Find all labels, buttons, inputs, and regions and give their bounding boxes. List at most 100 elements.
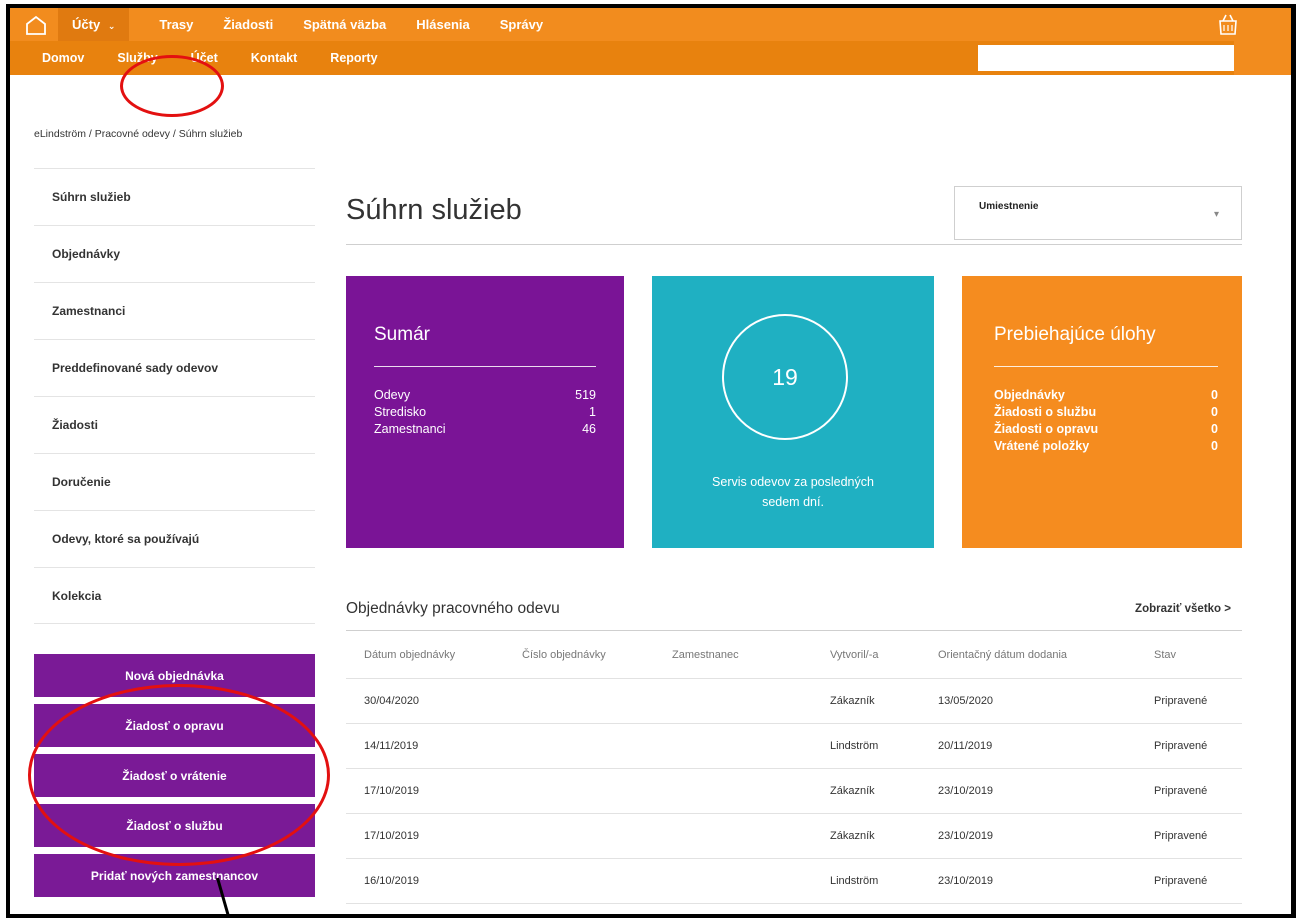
orders-divider xyxy=(346,630,1242,631)
column-header[interactable]: Zamestnanec xyxy=(654,632,812,678)
order-created-by: Zákazník xyxy=(812,812,920,858)
add-employees-button[interactable]: Pridať nových zamestnancov xyxy=(34,854,315,897)
location-label: Umiestnenie xyxy=(979,201,1039,212)
tasks-row[interactable]: Objednávky 0 xyxy=(994,387,1218,404)
return-request-button[interactable]: Žiadosť o vrátenie xyxy=(34,754,315,797)
tasks-divider xyxy=(994,366,1218,367)
summary-title: Sumár xyxy=(374,324,430,345)
service-request-button[interactable]: Žiadosť o službu xyxy=(34,804,315,847)
tasks-label: Vrátené položky xyxy=(994,439,1090,453)
repair-request-button[interactable]: Žiadosť o opravu xyxy=(34,704,315,747)
sidebar-item-employees[interactable]: Zamestnanci xyxy=(34,282,315,339)
service-count-circle: 19 xyxy=(722,314,848,440)
order-employee xyxy=(654,767,812,813)
show-all-link[interactable]: Zobraziť všetko > xyxy=(1135,603,1231,615)
tasks-value: 0 xyxy=(1211,439,1218,453)
summary-value: 519 xyxy=(575,388,596,402)
app-window: Účty ⌄ Trasy Žiadosti Spätná väzba Hláse… xyxy=(6,4,1296,918)
order-status: Pripravené xyxy=(1136,677,1242,723)
order-date: 17/10/2019 xyxy=(346,767,504,813)
title-divider xyxy=(346,244,1242,245)
order-delivery-date: 23/10/2019 xyxy=(920,857,1136,904)
column-header[interactable]: Číslo objednávky xyxy=(504,632,654,678)
summary-label: Odevy xyxy=(374,388,411,402)
order-employee xyxy=(654,857,812,904)
order-delivery-date: 23/10/2019 xyxy=(920,812,1136,858)
order-status: Pripravené xyxy=(1136,767,1242,813)
service-caption-line: Servis odevov za posledných xyxy=(712,475,874,489)
summary-value: 46 xyxy=(582,422,596,436)
breadcrumb: eLindström / Pracovné odevy / Súhrn služ… xyxy=(34,128,243,140)
search-input[interactable] xyxy=(978,45,1234,71)
subnav-item-account[interactable]: Účet xyxy=(191,51,218,65)
chevron-down-icon: ▾ xyxy=(1213,209,1219,220)
table-row[interactable]: 17/10/2019 Zákazník 23/10/2019 Pripraven… xyxy=(346,812,1242,858)
sidebar-actions: Nová objednávka Žiadosť o opravu Žiadosť… xyxy=(34,654,315,904)
tasks-row[interactable]: Žiadosti o opravu 0 xyxy=(994,421,1218,438)
order-delivery-date: 23/10/2019 xyxy=(920,767,1136,813)
cart-icon[interactable] xyxy=(1217,12,1239,41)
order-delivery-date: 13/05/2020 xyxy=(920,677,1136,723)
summary-label: Zamestnanci xyxy=(374,422,446,436)
summary-row: Stredisko 1 xyxy=(374,404,596,421)
sidebar-item-garments-in-use[interactable]: Odevy, ktoré sa používajú xyxy=(34,510,315,567)
tasks-row[interactable]: Vrátené položky 0 xyxy=(994,438,1218,455)
subnav-item-reports[interactable]: Reporty xyxy=(330,51,377,65)
topnav-item-accounts[interactable]: Účty ⌄ xyxy=(58,8,130,41)
order-employee xyxy=(654,677,812,723)
topnav-item-reports[interactable]: Hlásenia xyxy=(416,17,469,32)
sidebar-item-delivery[interactable]: Doručenie xyxy=(34,453,315,510)
order-created-by: Zákazník xyxy=(812,677,920,723)
column-header[interactable]: Orientačný dátum dodania xyxy=(920,632,1136,678)
order-employee xyxy=(654,812,812,858)
topnav-item-routes[interactable]: Trasy xyxy=(159,17,193,32)
order-date: 16/10/2019 xyxy=(346,857,504,904)
tasks-value: 0 xyxy=(1211,422,1218,436)
column-header[interactable]: Vytvoril/-a xyxy=(812,632,920,678)
order-status: Pripravené xyxy=(1136,812,1242,858)
table-row[interactable]: 14/11/2019 Lindström 20/11/2019 Priprave… xyxy=(346,722,1242,768)
order-created-by: Zákazník xyxy=(812,767,920,813)
summary-value: 1 xyxy=(589,405,596,419)
order-employee xyxy=(654,722,812,768)
table-row[interactable]: 17/10/2019 Zákazník 23/10/2019 Pripraven… xyxy=(346,767,1242,813)
new-order-button[interactable]: Nová objednávka xyxy=(34,654,315,697)
topnav-item-feedback[interactable]: Spätná väzba xyxy=(303,17,386,32)
summary-row: Zamestnanci 46 xyxy=(374,421,596,438)
table-row[interactable]: 30/04/2020 Zákazník 13/05/2020 Pripraven… xyxy=(346,677,1242,723)
order-delivery-date: 20/11/2019 xyxy=(920,722,1136,768)
order-number xyxy=(504,857,654,904)
tasks-title: Prebiehajúce úlohy xyxy=(994,324,1156,345)
topnav-item-requests[interactable]: Žiadosti xyxy=(223,17,273,32)
sidebar-item-collection[interactable]: Kolekcia xyxy=(34,567,315,624)
summary-card: Sumár Odevy 519 Stredisko 1 Zamestnanci … xyxy=(346,276,624,548)
sidebar-item-predefined-sets[interactable]: Preddefinované sady odevov xyxy=(34,339,315,396)
subnav-item-contact[interactable]: Kontakt xyxy=(251,51,298,65)
column-header[interactable]: Dátum objednávky xyxy=(346,632,504,678)
orders-table: Dátum objednávky Číslo objednávky Zamest… xyxy=(346,632,1242,904)
service-count: 19 xyxy=(772,363,798,390)
subnav-item-services[interactable]: Služby xyxy=(117,51,157,65)
table-row[interactable]: 16/10/2019 Lindström 23/10/2019 Priprave… xyxy=(346,857,1242,904)
order-date: 17/10/2019 xyxy=(346,812,504,858)
location-select[interactable]: Umiestnenie ▾ xyxy=(954,186,1242,240)
tasks-row[interactable]: Žiadosti o službu 0 xyxy=(994,404,1218,421)
order-created-by: Lindström xyxy=(812,722,920,768)
subnav-item-home[interactable]: Domov xyxy=(42,51,84,65)
order-number xyxy=(504,767,654,813)
order-status: Pripravené xyxy=(1136,722,1242,768)
order-number xyxy=(504,722,654,768)
page-title: Súhrn služieb xyxy=(346,194,522,226)
summary-row: Odevy 519 xyxy=(374,387,596,404)
sidebar-item-requests[interactable]: Žiadosti xyxy=(34,396,315,453)
top-navigation: Účty ⌄ Trasy Žiadosti Spätná väzba Hláse… xyxy=(10,8,1291,41)
sidebar-item-orders[interactable]: Objednávky xyxy=(34,225,315,282)
topnav-item-messages[interactable]: Správy xyxy=(500,17,543,32)
orders-title: Objednávky pracovného odevu xyxy=(346,600,560,617)
subnav-end-block xyxy=(1234,41,1291,75)
order-number xyxy=(504,812,654,858)
chevron-down-icon: ⌄ xyxy=(107,21,116,31)
sidebar-item-service-summary[interactable]: Súhrn služieb xyxy=(34,168,315,225)
home-icon[interactable] xyxy=(10,8,62,41)
column-header[interactable]: Stav xyxy=(1136,632,1242,678)
